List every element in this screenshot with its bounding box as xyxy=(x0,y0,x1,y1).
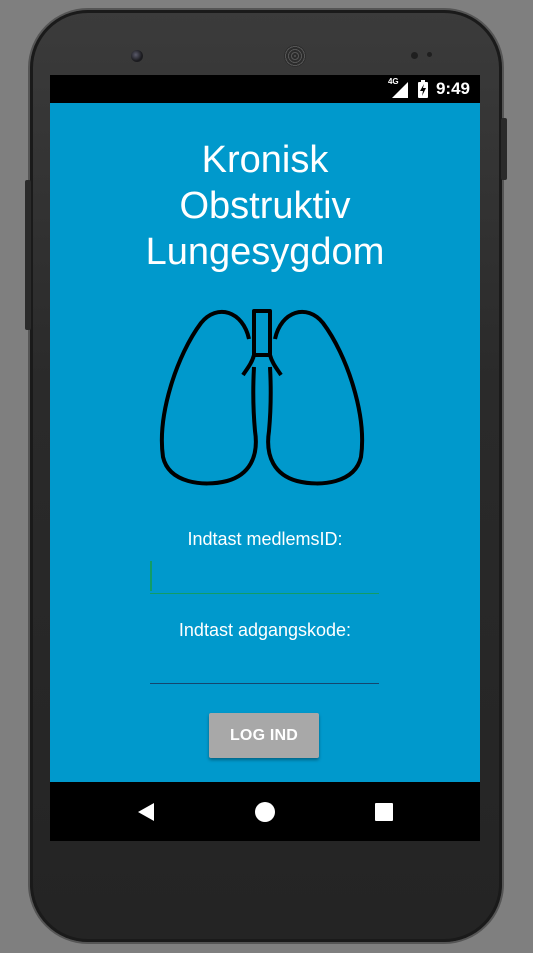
navigation-bar xyxy=(50,782,480,841)
app-title: Kronisk Obstruktiv Lungesygdom xyxy=(50,137,480,275)
member-id-label: Indtast medlemsID: xyxy=(187,529,343,549)
power-button[interactable] xyxy=(501,118,507,180)
lungs-icon xyxy=(159,309,365,486)
clock: 9:49 xyxy=(435,79,470,98)
home-button[interactable] xyxy=(235,782,295,841)
title-line: Kronisk xyxy=(201,139,329,181)
recents-button[interactable] xyxy=(354,782,414,841)
title-line: Lungesygdom xyxy=(145,231,385,273)
earpiece-speaker xyxy=(284,45,306,67)
back-button[interactable] xyxy=(116,782,176,841)
back-icon xyxy=(138,802,154,821)
member-id-input[interactable] xyxy=(150,561,379,594)
login-screen: Kronisk Obstruktiv Lungesygdom Indtast m… xyxy=(50,103,480,782)
login-button[interactable]: LOG IND xyxy=(209,713,319,758)
volume-button[interactable] xyxy=(25,180,31,330)
screen: 4G 9:49 Kronisk Obstruktiv Lungesygdom I… xyxy=(50,75,480,841)
status-bar: 4G 9:49 xyxy=(50,75,480,103)
recents-icon xyxy=(375,802,393,821)
battery-icon xyxy=(417,80,428,98)
proximity-sensor xyxy=(411,52,418,59)
home-icon xyxy=(255,801,275,822)
light-sensor xyxy=(427,52,432,57)
title-line: Obstruktiv xyxy=(179,185,351,227)
front-camera xyxy=(131,50,143,62)
cell-signal-icon: 4G xyxy=(388,77,410,99)
password-label: Indtast adgangskode: xyxy=(178,620,352,640)
password-input[interactable] xyxy=(150,653,379,684)
